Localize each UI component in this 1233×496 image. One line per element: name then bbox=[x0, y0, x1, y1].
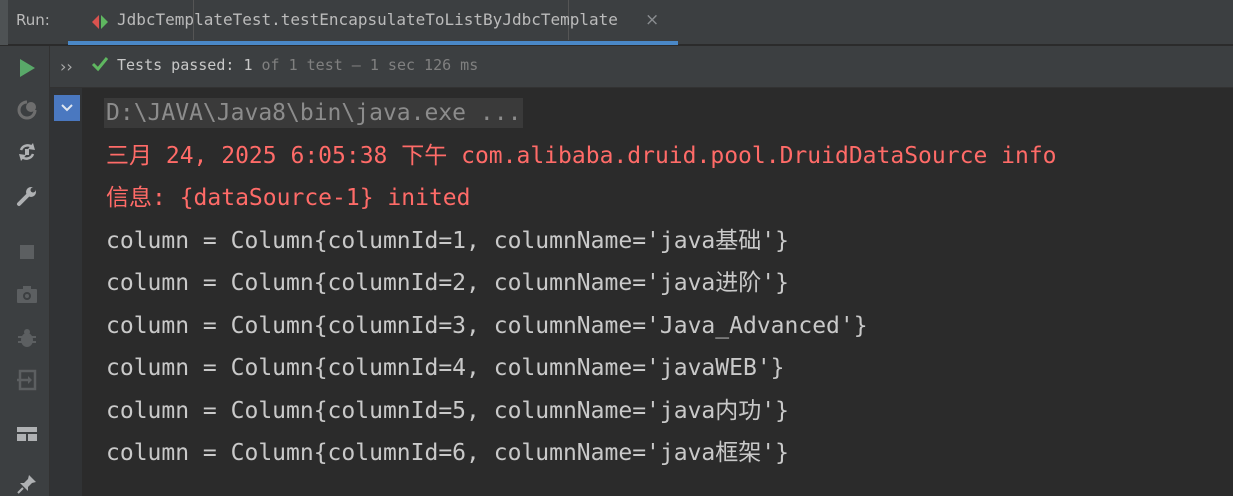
console-line-log-header: 三月 24, 2025 6:05:38 下午 com.alibaba.druid… bbox=[106, 143, 1057, 169]
console-line: column = Column{columnId=6, columnName='… bbox=[106, 440, 789, 466]
tab-bar-edge bbox=[0, 0, 8, 45]
console-line-command: D:\JAVA\Java8\bin\java.exe ... bbox=[104, 98, 524, 128]
collapse-button[interactable] bbox=[54, 95, 80, 121]
tests-passed-count: 1 bbox=[243, 56, 253, 74]
close-icon[interactable]: × bbox=[645, 10, 659, 30]
run-icon[interactable] bbox=[15, 56, 39, 80]
rerun-icon[interactable] bbox=[15, 140, 39, 164]
console-gutter bbox=[50, 88, 82, 496]
debug-icon[interactable] bbox=[15, 326, 39, 350]
active-tab-underline bbox=[68, 41, 678, 45]
run-tab-bar: Run: JdbcTemplateTest.testEncapsulateToL… bbox=[0, 0, 1233, 45]
tests-meta: of 1 test – 1 sec 126 ms bbox=[261, 56, 479, 74]
tab-test-run[interactable]: JdbcTemplateTest.testEncapsulateToListBy… bbox=[68, 0, 678, 45]
settings-wrench-icon[interactable] bbox=[15, 184, 39, 208]
test-run-icon bbox=[92, 14, 108, 29]
stop-icon[interactable] bbox=[15, 240, 39, 264]
console-line-log-info: 信息: {dataSource-1} inited bbox=[106, 185, 471, 211]
console-line: column = Column{columnId=3, columnName='… bbox=[106, 313, 868, 339]
run-label: Run: bbox=[16, 11, 50, 29]
tests-passed-summary: Tests passed: 1 of 1 test – 1 sec 126 ms bbox=[117, 56, 478, 74]
tests-passed-label: Tests passed: bbox=[117, 56, 235, 74]
exit-icon[interactable] bbox=[15, 368, 39, 392]
camera-icon[interactable] bbox=[15, 282, 39, 306]
console-line: column = Column{columnId=4, columnName='… bbox=[106, 355, 785, 381]
tab-title: JdbcTemplateTest.testEncapsulateToListBy… bbox=[117, 10, 618, 29]
chevron-down-icon bbox=[61, 104, 73, 112]
pin-icon[interactable] bbox=[15, 472, 39, 496]
layout-icon[interactable] bbox=[15, 422, 39, 446]
expand-chevron-icon[interactable]: ›› bbox=[60, 57, 73, 76]
console-output[interactable]: D:\JAVA\Java8\bin\java.exe ... 三月 24, 20… bbox=[82, 88, 1233, 496]
console-line: column = Column{columnId=5, columnName='… bbox=[106, 398, 789, 424]
check-icon bbox=[90, 54, 110, 74]
rerun-failed-icon[interactable] bbox=[15, 98, 39, 122]
console-line: column = Column{columnId=1, columnName='… bbox=[106, 228, 789, 254]
console-line: column = Column{columnId=2, columnName='… bbox=[106, 270, 789, 296]
test-status-bar: ›› Tests passed: 1 of 1 test – 1 sec 126… bbox=[50, 46, 1233, 88]
run-toolbar bbox=[0, 46, 50, 496]
